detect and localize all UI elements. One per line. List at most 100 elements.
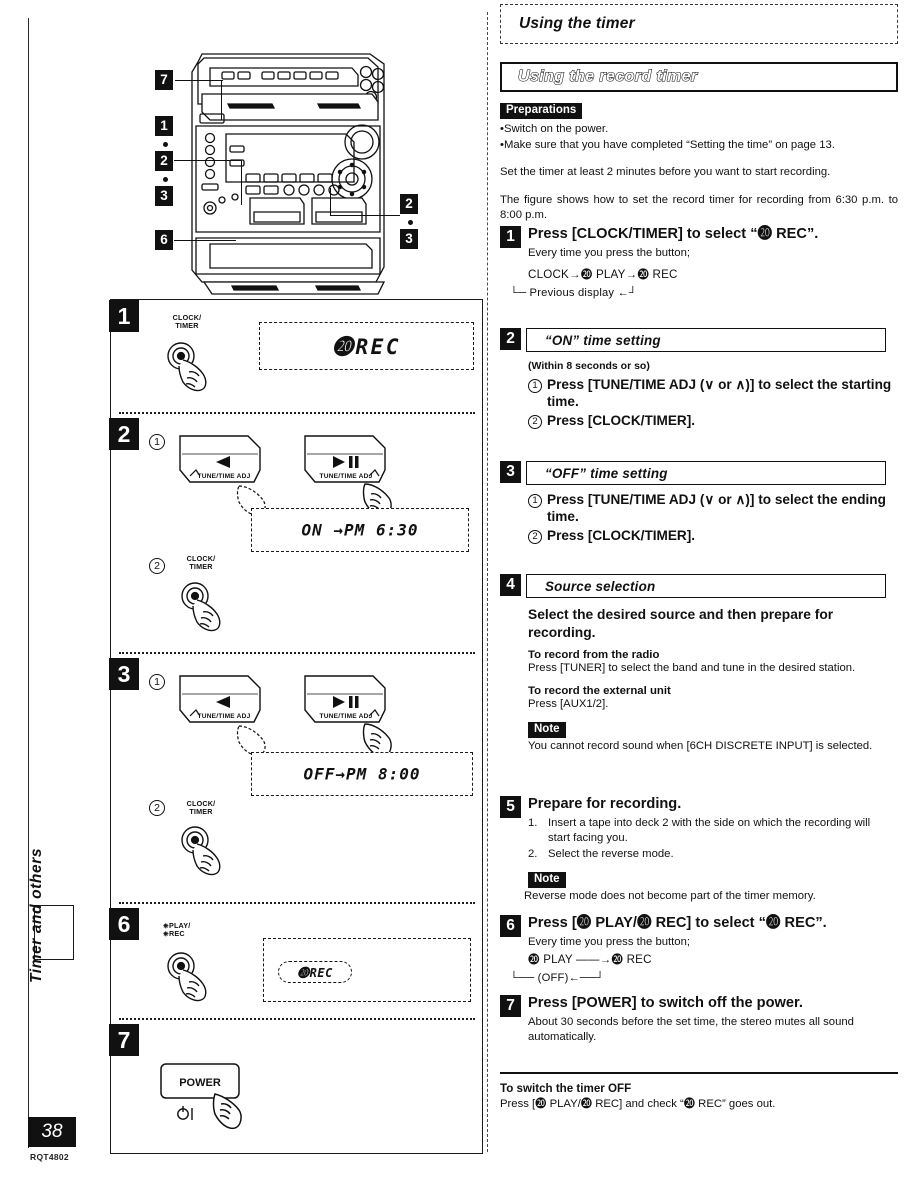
step-4-ext-body: Press [AUX1/2]. [528,697,609,710]
lead-line-23-right-drop [330,188,332,216]
step-2-number: 2 [500,328,521,350]
step-4-note-body: You cannot record sound when [6CH DISCRE… [528,740,873,753]
step-2-title-box: “ON” time setting [526,328,886,352]
step-1-flow-line-1: CLOCK→⓴ PLAY→⓴ REC [528,268,678,282]
diagram-2-button-caption: CLOCK/TIMER [186,554,216,572]
step-5: 5 Prepare for recording. 1. Insert a tap… [500,796,900,905]
step-5-item-2-text: Select the reverse mode. [548,847,674,860]
step-4-title: Source selection [545,578,656,594]
step-2-title: “ON” time setting [545,332,661,348]
step-7-sub: About 30 seconds before the set time, th… [528,1015,854,1044]
step-4-heading: Select the desired source and then prepa… [528,607,834,640]
step-2-item-2: 2 Press [CLOCK/TIMER]. [528,412,900,429]
chapter-label: Timer and others [28,847,45,983]
manual-page: Timer and others 38 RQT4802 7 1 2 3 6 2 … [0,0,918,1188]
step-1-flow-line-2: └─ Previous display ←┘ [510,286,638,299]
step-4-note-tag: Note [528,721,566,739]
step-5-item-1-num: 1. [528,816,538,829]
preparations-bullet-0-text: Switch on the power. [503,123,609,136]
column-divider [487,12,488,1152]
lead-line-23-right [330,215,400,217]
diagram-6-lcd-text: ⓴REC [297,965,333,980]
footer-block: To switch the timer OFF Press [⓴ PLAY/⓴ … [500,1082,900,1112]
step-1-number: 1 [500,226,521,248]
lead-line-7 [175,80,223,82]
page-title-box: Using the timer [500,4,898,44]
step-3-item-2: 2 Press [CLOCK/TIMER]. [528,527,900,544]
step-2-item-2-text: Press [CLOCK/TIMER]. [547,412,696,428]
step-3-item-1-text: Press [TUNE/TIME ADJ (∨ or ∧)] to select… [547,492,886,525]
lead-line-2-left [174,160,242,162]
procedure-illustration-box: 1 CLOCK/TIMER ⓴REC 2 1 TUNE/TIME ADJ TUN… [109,299,483,1154]
diagram-1-lcd: ⓴REC [259,322,474,370]
step-3-title-box: “OFF” time setting [526,461,886,485]
diagram-separator-1 [119,412,475,414]
step-3-item-1: 1 Press [TUNE/TIME ADJ (∨ or ∧)] to sele… [528,491,900,526]
step-6: 6 Press [⓴ PLAY/⓴ REC] to select “⓴ REC”… [500,915,900,986]
diagram-2-circle-1: 1 [149,434,165,450]
step-3-item-1-num: 1 [528,494,542,508]
diagram-step-badge-3: 3 [109,658,139,690]
step-4-number: 4 [500,574,521,596]
callout-7: 7 [155,70,173,90]
diagram-3-circle-2: 2 [149,800,165,816]
step-2-item-1-num: 1 [528,379,542,393]
step-1: 1 Press [CLOCK/TIMER] to select “⓴ REC”.… [500,226,900,301]
step-7: 7 Press [POWER] to switch off the power.… [500,995,900,1046]
diagram-3-button-caption: CLOCK/TIMER [186,799,216,817]
preparations-tag: Preparations [500,102,583,120]
step-2-item-2-num: 2 [528,414,542,429]
section-title-box: Using the record timer [500,62,898,92]
diagram-3-lcd-text: OFF→PM 8:00 [303,764,421,784]
step-5-note-tag: Note [528,871,566,889]
diagram-step-badge-2: 2 [109,418,139,450]
step-2-list: 1 Press [TUNE/TIME ADJ (∨ or ∧)] to sele… [528,376,900,429]
diagram-6-lcd: ⓴REC [263,938,471,1002]
preparations-bullet-1-text: Make sure that you have completed “Setti… [503,139,835,152]
preparations-block: Preparations •Switch on the power. •Make… [500,100,900,154]
page-number: 38 [28,1117,76,1147]
step-1-heading: Press [CLOCK/TIMER] to select “⓴ REC”. [528,226,819,242]
diagram-7-power-button: POWER [160,1063,242,1130]
callout-dot-a [163,142,168,147]
step-3: 3 “OFF” time setting 1 Press [TUNE/TIME … [500,461,900,545]
diagram-step-badge-1: 1 [109,300,139,332]
step-5-item-2: 2. Select the reverse mode. [528,847,900,863]
diagram-6-button-caption: ⎈PLAY/⎈REC [163,921,191,939]
diagram-1-button-caption: CLOCK/TIMER [172,313,202,331]
step-5-heading: Prepare for recording. [528,796,682,812]
step-4-radio-block: To record from the radio Press [TUNER] t… [528,649,900,754]
step-4-radio-body: Press [TUNER] to select the band and tun… [528,662,856,675]
diagram-3-press-hand [181,826,221,876]
callout-3-left: 3 [155,186,173,206]
step-3-number: 3 [500,461,521,483]
step-2-note: (Within 8 seconds or so) [528,360,650,372]
step-4-ext-head: To record the external unit [528,684,671,697]
callout-6: 6 [155,230,173,250]
step-5-note-body: Reverse mode does not become part of the… [524,890,816,903]
diagram-6-press-hand [167,952,207,1002]
diagram-2-circle-2: 2 [149,558,165,574]
step-7-heading: Press [POWER] to switch off the power. [528,995,803,1011]
footer-body: Press [⓴ PLAY/⓴ REC] and check “⓴ REC” g… [500,1098,776,1110]
diagram-separator-4 [119,1018,475,1020]
step-5-item-2-num: 2. [528,847,538,860]
intro-line-1: Set the timer at least 2 minutes before … [500,166,831,178]
section-title: Using the record timer [517,67,698,85]
step-5-item-1-text: Insert a tape into deck 2 with the side … [548,816,871,845]
diagram-6-lcd-indicator: ⓴REC [278,961,352,983]
diagram-2-lcd: ON →PM 6:30 [251,508,469,552]
intro-line-2: The figure shows how to set the record t… [500,194,898,222]
callout-2-right: 2 [400,194,418,214]
step-2-item-1-text: Press [TUNE/TIME ADJ (∨ or ∧)] to select… [547,377,892,410]
step-5-item-1: 1. Insert a tape into deck 2 with the si… [528,816,900,847]
step-3-list: 1 Press [TUNE/TIME ADJ (∨ or ∧)] to sele… [528,491,900,544]
lead-line-6 [174,240,236,242]
step-5-number: 5 [500,796,521,818]
step-7-number: 7 [500,995,521,1017]
doc-code: RQT4802 [30,1152,69,1162]
page-title: Using the timer [519,15,635,32]
step-6-flow-line-2: └── (OFF)←──┘ [510,971,605,984]
diagram-step-badge-6: 6 [109,908,139,940]
step-2-item-1: 1 Press [TUNE/TIME ADJ (∨ or ∧)] to sele… [528,376,900,411]
